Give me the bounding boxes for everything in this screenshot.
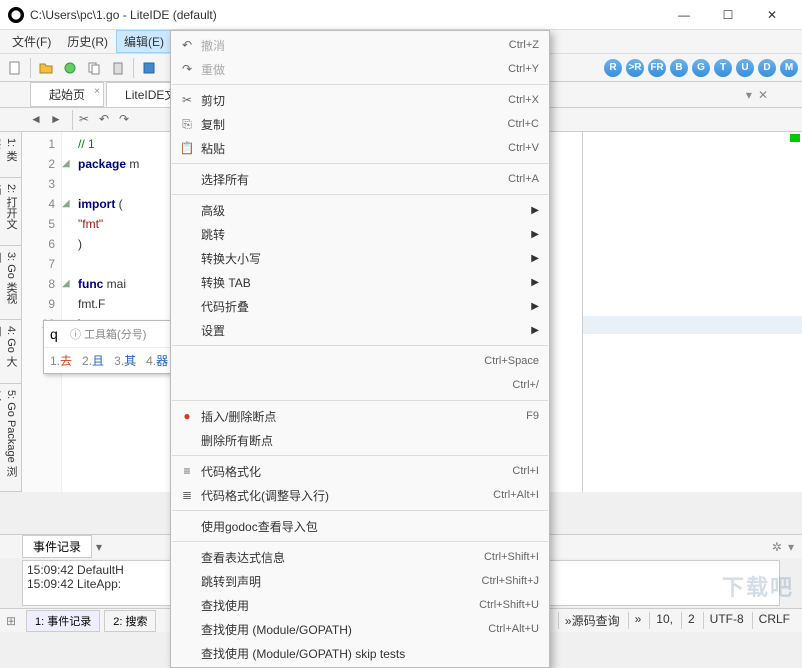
copy-icon[interactable] bbox=[83, 57, 105, 79]
menu-item[interactable]: 设置▶ bbox=[171, 318, 549, 342]
chip->R[interactable]: >R bbox=[626, 59, 644, 77]
status-arrow-icon[interactable]: » bbox=[628, 612, 648, 629]
menu-item[interactable]: 使用godoc查看导入包 bbox=[171, 514, 549, 538]
status-col: 2 bbox=[681, 612, 701, 629]
open-folder-icon[interactable] bbox=[35, 57, 57, 79]
undo-icon[interactable]: ↶ bbox=[99, 112, 115, 128]
menu-item[interactable]: ↶撤消Ctrl+Z bbox=[171, 33, 549, 57]
menu-item[interactable]: 查找使用 (Module/GOPATH)Ctrl+Alt+U bbox=[171, 617, 549, 641]
mode-chips: R>RFRBGTUDM bbox=[604, 59, 798, 77]
status-toggle-icon[interactable]: ⊞ bbox=[0, 614, 22, 628]
menu-item[interactable]: 📋粘贴Ctrl+V bbox=[171, 136, 549, 160]
fold-column: ◢◢◢ bbox=[62, 132, 74, 314]
menu-item[interactable]: ✂剪切Ctrl+X bbox=[171, 88, 549, 112]
code-area[interactable]: // 1 package m import ( "fmt" ) func mai… bbox=[62, 132, 143, 492]
panel-controls: ▾✕ bbox=[746, 88, 772, 102]
chip-T[interactable]: T bbox=[714, 59, 732, 77]
menu-history[interactable]: 历史(R) bbox=[59, 30, 116, 53]
menu-item[interactable]: 查找使用Ctrl+Shift+U bbox=[171, 593, 549, 617]
settings-icon[interactable]: ✲ bbox=[772, 540, 782, 554]
edit-context-menu[interactable]: ↶撤消Ctrl+Z↷重做Ctrl+Y ✂剪切Ctrl+X⎘复制Ctrl+C📋粘贴C… bbox=[170, 30, 550, 668]
window-title: C:\Users\pc\1.go - LiteIDE (default) bbox=[30, 8, 662, 22]
menu-item[interactable]: 代码折叠▶ bbox=[171, 294, 549, 318]
minimap-marker bbox=[790, 134, 800, 142]
left-sidebar: 1: 类层2: 打开文档3: Go 类视图4: Go 大纲5: Go Packa… bbox=[0, 132, 22, 492]
menu-item[interactable]: 跳转到声明Ctrl+Shift+J bbox=[171, 569, 549, 593]
menu-item[interactable]: 选择所有Ctrl+A bbox=[171, 167, 549, 191]
status-eol[interactable]: CRLF bbox=[752, 612, 796, 629]
close-button[interactable]: ✕ bbox=[750, 1, 794, 29]
left-tab[interactable]: 5: Go Package 浏览 bbox=[0, 384, 21, 492]
menu-file[interactable]: 文件(F) bbox=[4, 30, 59, 53]
minimize-button[interactable]: ― bbox=[662, 1, 706, 29]
menu-item[interactable]: 查看表达式信息Ctrl+Shift+I bbox=[171, 545, 549, 569]
status-line: 10, bbox=[649, 612, 679, 629]
chip-M[interactable]: M bbox=[780, 59, 798, 77]
left-tab[interactable]: 1: 类层 bbox=[0, 132, 21, 178]
left-tab[interactable]: 4: Go 大纲 bbox=[0, 320, 21, 384]
maximize-button[interactable]: ☐ bbox=[706, 1, 750, 29]
status-source-query[interactable]: »源码查询 bbox=[558, 612, 626, 629]
chip-R[interactable]: R bbox=[604, 59, 622, 77]
left-tab[interactable]: 2: 打开文档 bbox=[0, 178, 21, 246]
redo-icon[interactable]: ↷ bbox=[119, 112, 135, 128]
panel-close-icon[interactable]: ✕ bbox=[758, 88, 768, 102]
menu-edit[interactable]: 编辑(E) bbox=[116, 30, 172, 53]
menu-item[interactable]: ≣代码格式化(调整导入行)Ctrl+Alt+I bbox=[171, 483, 549, 507]
new-file-icon[interactable] bbox=[4, 57, 26, 79]
save-icon[interactable] bbox=[138, 57, 160, 79]
cut-icon[interactable]: ✂ bbox=[79, 112, 95, 128]
ime-candidate[interactable]: 1.去 bbox=[50, 352, 72, 369]
menu-item[interactable]: ↷重做Ctrl+Y bbox=[171, 57, 549, 81]
menu-item[interactable]: 跳转▶ bbox=[171, 222, 549, 246]
app-icon bbox=[8, 7, 24, 23]
paste-icon[interactable] bbox=[107, 57, 129, 79]
menu-item[interactable]: ⎘复制Ctrl+C bbox=[171, 112, 549, 136]
back-icon[interactable]: ◄ bbox=[30, 112, 46, 128]
menu-item[interactable]: 转换大小写▶ bbox=[171, 246, 549, 270]
menu-item[interactable]: ≡代码格式化Ctrl+I bbox=[171, 459, 549, 483]
ime-candidate[interactable]: 4.器 bbox=[146, 352, 168, 369]
line-gutter: 12345678910 bbox=[22, 132, 62, 492]
tab-start[interactable]: 起始页× bbox=[30, 82, 104, 107]
highlight-line bbox=[583, 316, 802, 334]
menu-item[interactable]: 删除所有断点 bbox=[171, 428, 549, 452]
menu-item[interactable]: 高级▶ bbox=[171, 198, 549, 222]
menu-item[interactable]: Ctrl+Space bbox=[171, 349, 549, 373]
right-panel bbox=[582, 132, 802, 492]
ime-candidate[interactable]: 3.其 bbox=[114, 352, 136, 369]
status-search[interactable]: 2: 搜索 bbox=[104, 610, 156, 632]
left-tab[interactable]: 3: Go 类视图 bbox=[0, 246, 21, 320]
ime-query: q bbox=[50, 326, 70, 342]
menu-item[interactable]: ●插入/删除断点F9 bbox=[171, 404, 549, 428]
dropdown-icon[interactable]: ▾ bbox=[96, 540, 102, 554]
panel-menu-icon[interactable]: ▾ bbox=[746, 88, 752, 102]
status-encoding[interactable]: UTF-8 bbox=[703, 612, 750, 629]
collapse-icon[interactable]: ▾ bbox=[788, 540, 794, 554]
event-log-tab[interactable]: 事件记录 bbox=[22, 535, 92, 558]
chip-D[interactable]: D bbox=[758, 59, 776, 77]
ime-candidate[interactable]: 2.且 bbox=[82, 352, 104, 369]
menu-item[interactable]: Ctrl+/ bbox=[171, 373, 549, 397]
menu-item[interactable]: 查找使用 (Module/GOPATH) skip tests bbox=[171, 641, 549, 665]
status-event-log[interactable]: 1: 事件记录 bbox=[26, 610, 100, 632]
chip-B[interactable]: B bbox=[670, 59, 688, 77]
forward-icon[interactable]: ► bbox=[50, 112, 66, 128]
chip-G[interactable]: G bbox=[692, 59, 710, 77]
chip-U[interactable]: U bbox=[736, 59, 754, 77]
title-bar: C:\Users\pc\1.go - LiteIDE (default) ― ☐… bbox=[0, 0, 802, 30]
menu-item[interactable]: 转换 TAB▶ bbox=[171, 270, 549, 294]
chip-FR[interactable]: FR bbox=[648, 59, 666, 77]
refresh-icon[interactable] bbox=[59, 57, 81, 79]
